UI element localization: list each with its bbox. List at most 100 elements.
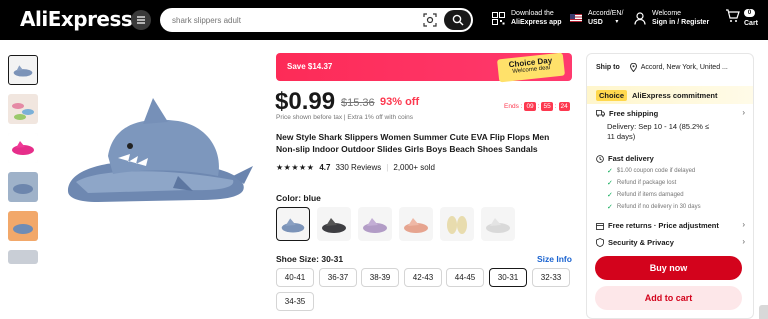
swatch-blue[interactable]	[276, 207, 310, 241]
ship-to-location: Accord, New York, United ...	[640, 64, 728, 71]
size-option[interactable]: 44-45	[446, 268, 484, 287]
download-app-link[interactable]: Download the AliExpress app	[492, 9, 562, 27]
clock-icon	[596, 154, 604, 163]
check-icon: ✓	[607, 168, 613, 175]
sold-count: 2,000+ sold	[393, 163, 435, 172]
delivery-line1: Delivery: Sep 10 - 14 (85.2% ≤	[607, 122, 710, 131]
menu-button[interactable]	[131, 10, 151, 30]
us-flag-icon	[570, 14, 582, 22]
truck-icon	[596, 110, 605, 117]
guarantee-item: ✓ Refund if items damaged	[607, 191, 684, 199]
thumbnail-1[interactable]	[8, 55, 38, 85]
search-input[interactable]	[172, 12, 412, 28]
chevron-right-icon[interactable]: ›	[742, 220, 745, 229]
choice-commitment-bar: Choice AliExpress commitment	[587, 86, 753, 104]
user-icon	[634, 11, 646, 25]
ship-to-selector[interactable]: Ship to Accord, New York, United ...	[596, 63, 728, 72]
add-to-cart-button[interactable]: Add to cart	[595, 286, 742, 310]
swatch-pink[interactable]	[399, 207, 433, 241]
delivery-line2: 11 days)	[607, 132, 636, 141]
guarantee-item: ✓ Refund if no delivery in 30 days	[607, 203, 701, 211]
cart-count-badge: 0	[744, 9, 755, 17]
original-price: $15.36	[341, 97, 375, 109]
fast-delivery-label: Fast delivery	[608, 154, 654, 163]
chevron-right-icon[interactable]: ›	[742, 108, 745, 117]
chevron-right-icon[interactable]: ›	[742, 237, 745, 246]
check-icon: ✓	[607, 204, 613, 211]
security-privacy-title: Security & Privacy	[596, 238, 674, 247]
thumbnail-5[interactable]	[8, 211, 38, 241]
size-option-selected[interactable]: 30-31	[489, 268, 527, 287]
size-option[interactable]: 32-33	[532, 268, 570, 287]
thumbnail-6[interactable]	[8, 250, 38, 264]
image-search-icon[interactable]	[423, 13, 437, 27]
ends-label: Ends :	[504, 103, 523, 110]
check-icon: ✓	[607, 192, 613, 199]
check-icon: ✓	[607, 180, 613, 187]
size-option[interactable]: 40-41	[276, 268, 314, 287]
welcome-text: Welcome	[652, 10, 682, 17]
swatch-gray[interactable]	[481, 207, 515, 241]
free-returns-title: Free returns · Price adjustment	[596, 221, 719, 230]
app-line2: AliExpress app	[511, 19, 562, 26]
size-option[interactable]: 38-39	[361, 268, 399, 287]
price-note: Price shown before tax | Extra 1% off wi…	[276, 114, 414, 121]
top-header: AliExpress Download the AliExpress app Ac…	[0, 0, 768, 40]
guarantee-text: Refund if items damaged	[616, 192, 684, 198]
app-line1: Download the	[511, 10, 554, 17]
rating-value: 4.7	[319, 163, 331, 172]
thumbnail-2[interactable]	[8, 94, 38, 124]
ship-to-label: Ship to	[596, 64, 620, 71]
product-main-image[interactable]	[58, 96, 258, 226]
swatch-black[interactable]	[317, 207, 351, 241]
security-label: Security & Privacy	[608, 238, 674, 247]
swatch-purple[interactable]	[358, 207, 392, 241]
box-icon	[596, 222, 604, 230]
choice-day-tag: Choice Day Welcome deal	[496, 52, 566, 83]
countdown-hours: 09	[524, 102, 536, 111]
countdown-seconds: 24	[558, 102, 570, 111]
free-returns-label: Free returns · Price adjustment	[608, 221, 719, 230]
chevron-down-icon: ▾	[615, 19, 619, 25]
save-banner: Save $14.37 Choice Day Welcome deal	[276, 52, 572, 83]
save-amount: Save $14.37	[287, 62, 333, 71]
search-bar	[160, 8, 473, 32]
guarantee-item: ✓ Refund if package lost	[607, 179, 676, 187]
hamburger-icon	[137, 16, 145, 24]
purchase-panel: Ship to Accord, New York, United ... Cho…	[586, 53, 754, 319]
thumbnail-3[interactable]	[8, 133, 38, 163]
delivery-estimate: Delivery: Sep 10 - 14 (85.2% ≤ 11 days)	[607, 122, 709, 142]
size-info-link[interactable]: Size Info	[537, 254, 572, 264]
swatch-yellow[interactable]	[440, 207, 474, 241]
rating-row: ★★★★★ 4.7 330 Reviews | 2,000+ sold	[276, 163, 435, 172]
countdown-timer: Ends : 09: 55: 24	[504, 102, 570, 111]
size-option[interactable]: 36-37	[319, 268, 357, 287]
search-icon	[452, 14, 463, 26]
guarantee-text: Refund if no delivery in 30 days	[616, 204, 701, 210]
guarantee-text: $1.00 coupon code if delayed	[616, 168, 696, 174]
search-button[interactable]	[444, 10, 471, 30]
scrollbar-thumb[interactable]	[759, 305, 768, 319]
current-price: $0.99	[275, 88, 336, 115]
cart-button[interactable]: 0 Cart	[725, 8, 758, 27]
aliexpress-logo[interactable]: AliExpress	[20, 7, 133, 31]
lang-line1: Accord/EN/	[588, 10, 624, 17]
reviews-link[interactable]: 330 Reviews	[335, 163, 381, 172]
countdown-minutes: 55	[541, 102, 553, 111]
buy-now-button[interactable]: Buy now	[595, 256, 742, 280]
size-option[interactable]: 42-43	[404, 268, 442, 287]
cart-icon	[726, 9, 740, 22]
guarantee-text: Refund if package lost	[616, 180, 677, 186]
choice-badge: Choice	[596, 89, 628, 101]
thumbnail-4[interactable]	[8, 172, 38, 202]
size-option[interactable]: 34-35	[276, 292, 314, 311]
color-label: Color: blue	[276, 193, 321, 203]
product-title: New Style Shark Slippers Women Summer Cu…	[276, 132, 550, 154]
separator: |	[386, 163, 389, 172]
language-currency-selector[interactable]: Accord/EN/USD ▾	[570, 9, 623, 27]
sign-in-register: Sign in / Register	[652, 19, 710, 26]
location-pin-icon	[629, 63, 637, 72]
guarantee-item: ✓ $1.00 coupon code if delayed	[607, 167, 695, 175]
account-menu[interactable]: Welcome Sign in / Register	[634, 9, 709, 27]
discount-percent: 93% off	[380, 96, 420, 108]
